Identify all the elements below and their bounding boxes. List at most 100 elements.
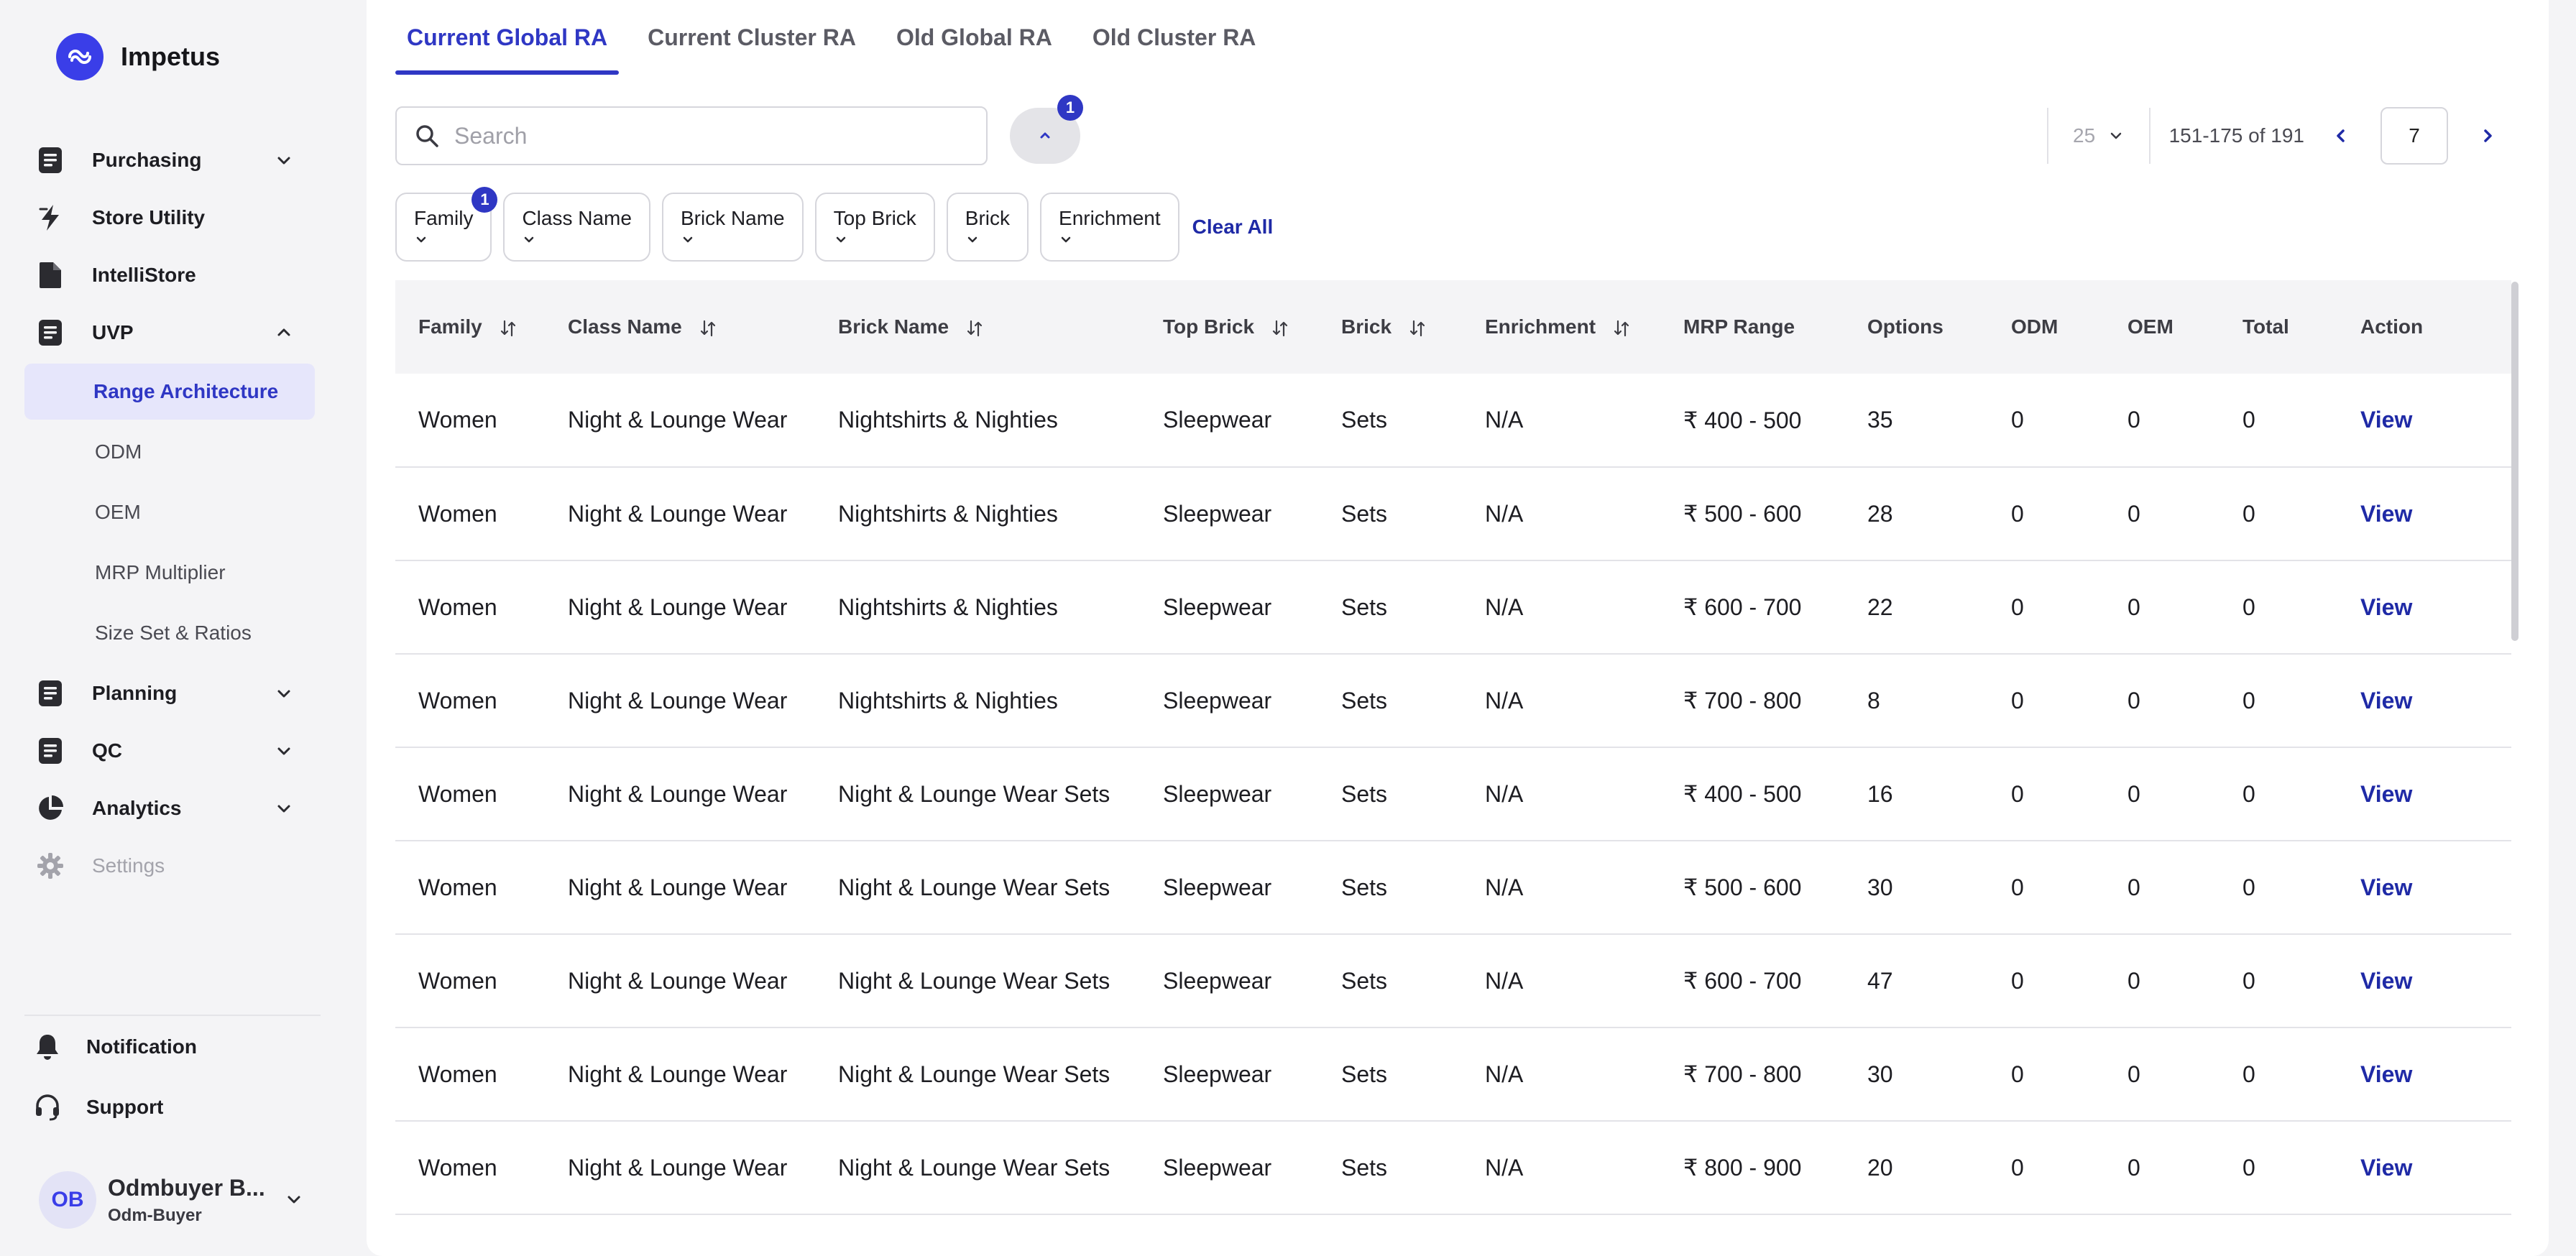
sidebar-item-purchasing[interactable]: Purchasing — [24, 132, 315, 188]
chevron-down-icon — [416, 236, 426, 243]
column-header[interactable]: Class Name — [545, 280, 815, 374]
chevron-down-icon — [277, 747, 290, 755]
clear-all-button[interactable]: Clear All — [1192, 193, 1274, 262]
column-header[interactable]: Brick Name — [815, 280, 1140, 374]
search-input[interactable] — [454, 122, 957, 149]
view-link[interactable]: View — [2337, 654, 2511, 747]
page-size-value: 25 — [2073, 124, 2096, 147]
sort-icon[interactable] — [965, 318, 985, 338]
table-row: Women Night & Lounge Wear Night & Lounge W… — [395, 934, 2511, 1028]
table-cell: Sets — [1341, 780, 1388, 807]
sidebar-item-qc[interactable]: QC — [24, 723, 315, 779]
table-cell: Women — [418, 967, 497, 994]
view-link[interactable]: View — [2337, 560, 2511, 654]
brand[interactable]: Impetus — [56, 33, 220, 80]
column-header-label: Family — [418, 315, 482, 338]
sort-icon[interactable] — [498, 318, 518, 338]
sidebar-item-planning[interactable]: Planning — [24, 665, 315, 721]
sort-icon[interactable] — [1270, 318, 1290, 338]
sidebar-item-label: Support — [86, 1096, 164, 1118]
table-cell: Women — [418, 1061, 497, 1087]
view-link[interactable]: View — [2337, 467, 2511, 560]
sidebar-item-label: Planning — [92, 682, 178, 704]
sort-icon[interactable] — [1611, 318, 1632, 338]
sidebar-subitem-mrp-multiplier[interactable]: MRP Multiplier — [24, 545, 315, 601]
chevron-down-icon — [1061, 236, 1071, 243]
table-row: Women Night & Lounge Wear Nightshirts & Ni… — [395, 560, 2511, 654]
view-link[interactable]: View — [2337, 747, 2511, 841]
column-header-label: Brick — [1341, 315, 1392, 338]
table-cell: ₹ 600 - 700 — [1683, 968, 1802, 994]
table-cell: Sets — [1341, 594, 1388, 620]
user-menu[interactable]: OB Odmbuyer B... Odm-Buyer — [39, 1171, 305, 1229]
column-header[interactable]: Top Brick — [1140, 280, 1318, 374]
tab-current-global-ra[interactable]: Current Global RA — [395, 0, 620, 75]
sidebar-item-analytics[interactable]: Analytics — [24, 780, 315, 836]
table-cell: 20 — [1867, 1154, 1893, 1181]
column-header-label: MRP Range — [1683, 315, 1795, 338]
view-link[interactable]: View — [2337, 1121, 2511, 1214]
chevron-down-icon — [525, 236, 534, 243]
sidebar-item-store-utility[interactable]: Store Utility — [24, 190, 315, 246]
table-cell: Night & Lounge Wear — [568, 967, 788, 994]
table-cell: Night & Lounge Wear — [568, 874, 788, 900]
sidebar-item-uvp[interactable]: UVP — [24, 305, 315, 361]
table-cell: ₹ 500 - 600 — [1683, 501, 1802, 527]
pagination: 25 151-175 of 191 — [2046, 106, 2506, 165]
chevron-down-icon — [277, 690, 290, 698]
filter-chip-family[interactable]: Family 1 — [395, 187, 498, 262]
sidebar-item-support[interactable]: Support — [24, 1079, 315, 1135]
tab-old-global-ra[interactable]: Old Global RA — [885, 0, 1064, 75]
filter-chip-brick[interactable]: Brick — [946, 193, 1029, 262]
table-cell: Night & Lounge Wear Sets — [838, 1154, 1110, 1181]
table-cell: 0 — [2242, 780, 2255, 807]
sort-icon[interactable] — [698, 318, 718, 338]
page-size-select[interactable]: 25 — [2048, 106, 2149, 165]
page-number-input[interactable] — [2380, 107, 2448, 165]
sidebar-subitem-oem[interactable]: OEM — [24, 484, 315, 540]
view-link[interactable]: View — [2337, 934, 2511, 1028]
table-cell: Nightshirts & Nighties — [838, 500, 1058, 527]
view-link[interactable]: View — [2337, 374, 2511, 467]
sort-icon[interactable] — [1407, 318, 1427, 338]
column-header[interactable]: Family — [395, 280, 545, 374]
column-header[interactable]: Brick — [1318, 280, 1462, 374]
filter-chip-enrichment[interactable]: Enrichment — [1040, 193, 1179, 262]
table-cell: Night & Lounge Wear — [568, 407, 788, 433]
view-link[interactable]: View — [2337, 841, 2511, 934]
table-scrollbar[interactable] — [2511, 282, 2518, 641]
sidebar-item-notification[interactable]: Notification — [24, 1019, 315, 1075]
sidebar-subitem-size-set-ratios[interactable]: Size Set & Ratios — [24, 605, 315, 661]
filter-chip-top-brick[interactable]: Top Brick — [814, 193, 935, 262]
table-cell: Women — [418, 1154, 497, 1181]
sidebar-subitem-range-architecture[interactable]: Range Architecture — [24, 364, 315, 420]
sidebar-item-settings[interactable]: Settings — [24, 838, 315, 894]
table-cell: Sets — [1341, 500, 1388, 527]
column-header-label: Top Brick — [1163, 315, 1255, 338]
table-cell: Sets — [1341, 1154, 1388, 1181]
column-header[interactable]: Enrichment — [1462, 280, 1660, 374]
table-cell: 0 — [2242, 687, 2255, 714]
sidebar-item-label: Settings — [92, 854, 165, 877]
filter-chip-brick-name[interactable]: Brick Name — [661, 193, 804, 262]
sidebar-subitem-odm[interactable]: ODM — [24, 424, 315, 480]
table-cell: 0 — [2128, 687, 2140, 714]
column-header: ODM — [1988, 280, 2104, 374]
table-cell: Sets — [1341, 874, 1388, 900]
prev-page-button[interactable] — [2323, 118, 2359, 154]
tab-old-cluster-ra[interactable]: Old Cluster RA — [1081, 0, 1268, 75]
table-cell: Night & Lounge Wear — [568, 687, 788, 714]
next-page-button[interactable] — [2470, 118, 2506, 154]
table-cell: 0 — [2011, 594, 2024, 620]
filter-chip-class-name[interactable]: Class Name — [503, 193, 650, 262]
table-row: Women Night & Lounge Wear Night & Lounge W… — [395, 747, 2511, 841]
sidebar-item-intellistore[interactable]: IntelliStore — [24, 247, 315, 303]
table-row: Women Night & Lounge Wear Nightshirts & Ni… — [395, 467, 2511, 560]
table-cell: Sleepwear — [1163, 594, 1272, 620]
filter-chip-label: Enrichment — [1059, 207, 1161, 229]
tab-current-cluster-ra[interactable]: Current Cluster RA — [636, 0, 868, 75]
table-cell: ₹ 600 - 700 — [1683, 594, 1802, 620]
table-cell: Night & Lounge Wear — [568, 780, 788, 807]
filter-toggle-button[interactable]: 1 — [1010, 95, 1083, 164]
view-link[interactable]: View — [2337, 1028, 2511, 1121]
